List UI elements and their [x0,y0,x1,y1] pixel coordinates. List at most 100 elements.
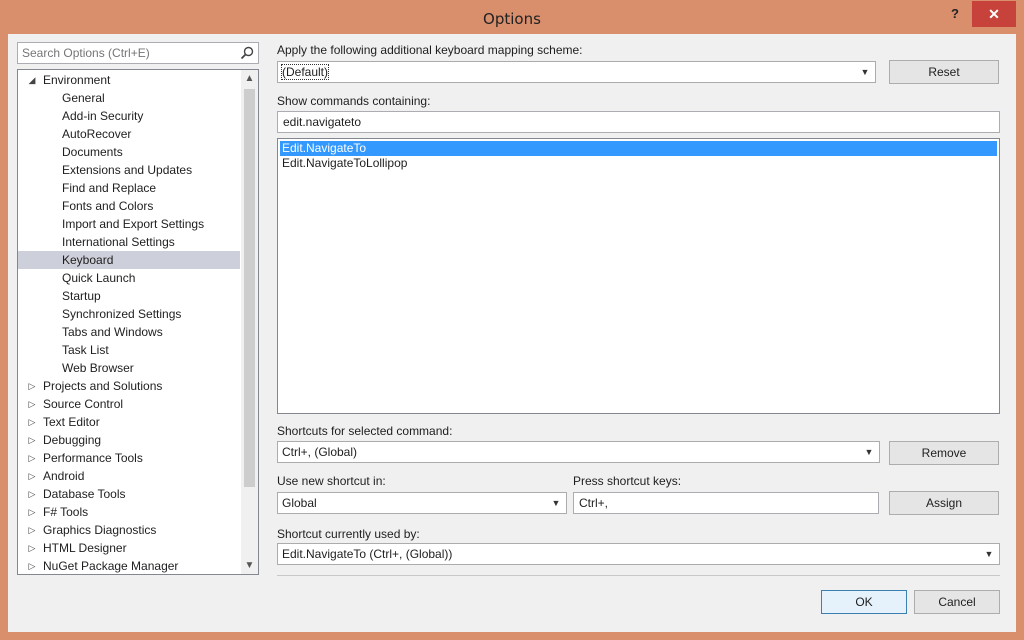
title-bar[interactable]: Options ? ✕ [0,0,1024,36]
cancel-button[interactable]: Cancel [914,590,1000,614]
tree-item-label: Import and Export Settings [62,217,205,231]
tree-item[interactable]: Find and Replace [18,179,240,197]
tree-item[interactable]: Quick Launch [18,269,240,287]
reset-button[interactable]: Reset [889,60,999,84]
tree-item[interactable]: Keyboard [18,251,240,269]
tree-item[interactable]: ▷ F# Tools [18,503,240,521]
expand-arrow-icon[interactable]: ▷ [27,413,37,431]
tree-item[interactable]: General [18,89,240,107]
expand-arrow-icon[interactable]: ▷ [27,539,37,557]
tree-item-label: HTML Designer [43,541,127,555]
tree-item[interactable]: Task List [18,341,240,359]
tree-item[interactable]: Synchronized Settings [18,305,240,323]
dialog-title: Options [483,10,541,28]
tree-scrollbar[interactable]: ▲ ▼ [241,70,258,574]
tree-item-label: International Settings [62,235,175,249]
tree-item[interactable]: Extensions and Updates [18,161,240,179]
tree-item-label: Tabs and Windows [62,325,163,339]
remove-button[interactable]: Remove [889,441,999,465]
options-dialog: Options ? ✕ ▷ NuGet Package Manager ▷ HTML … [0,0,1024,640]
footer-divider [277,575,1000,576]
expand-arrow-icon[interactable]: ▷ [27,395,37,413]
tree-item[interactable]: ▷ Source Control [18,395,240,413]
chevron-down-icon[interactable]: ▼ [546,493,566,513]
dialog-body: ▷ NuGet Package Manager ▷ HTML Designer ▷ Gra… [8,34,1016,632]
ok-button[interactable]: OK [821,590,907,614]
tree-item[interactable]: Fonts and Colors [18,197,240,215]
tree-item[interactable]: ▷ Text Editor [18,413,240,431]
tree-item-label: Startup [62,289,101,303]
used-by-value: Edit.NavigateTo (Ctrl+, (Global)) [282,547,453,561]
scroll-down-icon[interactable]: ▼ [241,557,258,574]
mapping-scheme-select[interactable]: (Default) ▼ [277,61,876,83]
use-new-shortcut-value: Global [282,496,317,510]
scroll-up-icon[interactable]: ▲ [241,70,258,87]
mapping-scheme-value: (Default) [280,64,330,80]
tree-item[interactable]: Web Browser [18,359,240,377]
tree-item-label: Source Control [43,397,124,411]
tree-item[interactable]: Tabs and Windows [18,323,240,341]
tree-item[interactable]: ▷ Graphics Diagnostics [18,521,240,539]
commands-list[interactable]: Edit.NavigateTo Edit.NavigateToLollipop [277,138,1000,414]
tree-item-label: Android [43,469,85,483]
tree-item-label: Documents [62,145,123,159]
tree-item[interactable]: Import and Export Settings [18,215,240,233]
tree-item-label: F# Tools [43,505,89,519]
chevron-down-icon[interactable]: ▼ [979,544,999,564]
list-item[interactable]: Edit.NavigateToLollipop [280,156,997,171]
tree-item-label: Projects and Solutions [43,379,163,393]
tree-item[interactable]: Startup [18,287,240,305]
tree-item-label: Quick Launch [62,271,136,285]
tree-item[interactable]: ▷ Database Tools [18,485,240,503]
list-item[interactable]: Edit.NavigateTo [280,141,997,156]
tree-item-label: Synchronized Settings [62,307,182,321]
tree-item-label: AutoRecover [62,127,132,141]
show-commands-input[interactable]: edit.navigateto [277,111,1000,133]
shortcuts-value: Ctrl+, (Global) [282,445,358,459]
shortcuts-selected-label: Shortcuts for selected command: [277,424,453,438]
expand-arrow-icon[interactable]: ▷ [27,467,37,485]
tree-item[interactable]: ▷ Projects and Solutions [18,377,240,395]
press-shortcut-keys-label: Press shortcut keys: [573,474,682,488]
search-options-box[interactable] [17,42,259,64]
close-button[interactable]: ✕ [972,1,1016,27]
expand-arrow-icon[interactable]: ▷ [27,503,37,521]
scrollbar-thumb[interactable] [244,89,255,487]
press-shortcut-keys-input[interactable]: Ctrl+, [573,492,879,514]
use-new-shortcut-select[interactable]: Global ▼ [277,492,567,514]
expand-arrow-icon[interactable]: ▷ [27,377,37,395]
help-button[interactable]: ? [948,6,962,24]
tree-item[interactable]: ▷ Android [18,467,240,485]
tree-item[interactable]: ◢ Environment [18,71,240,89]
tree-item[interactable]: AutoRecover [18,125,240,143]
tree-item-label: Text Editor [43,415,100,429]
tree-item[interactable]: ▷ NuGet Package Manager [18,557,240,574]
tree-item-label: Find and Replace [62,181,157,195]
options-tree[interactable]: ▷ NuGet Package Manager ▷ HTML Designer ▷ Gra… [17,69,259,575]
shortcuts-select[interactable]: Ctrl+, (Global) ▼ [277,441,880,463]
tree-item[interactable]: Documents [18,143,240,161]
tree-item-label: Environment [43,73,111,87]
use-new-shortcut-label: Use new shortcut in: [277,474,386,488]
chevron-down-icon[interactable]: ▼ [855,62,875,82]
assign-button[interactable]: Assign [889,491,999,515]
collapse-arrow-icon[interactable]: ◢ [27,71,37,89]
expand-arrow-icon[interactable]: ▷ [27,431,37,449]
expand-arrow-icon[interactable]: ▷ [27,521,37,539]
tree-item-label: Extensions and Updates [62,163,193,177]
expand-arrow-icon[interactable]: ▷ [27,557,37,574]
tree-item[interactable]: ▷ Debugging [18,431,240,449]
expand-arrow-icon[interactable]: ▷ [27,449,37,467]
search-icon[interactable] [240,46,254,60]
tree-item-label: Fonts and Colors [62,199,154,213]
tree-item[interactable]: ▷ Performance Tools [18,449,240,467]
tree-item[interactable]: Add-in Security [18,107,240,125]
used-by-select[interactable]: Edit.NavigateTo (Ctrl+, (Global)) ▼ [277,543,1000,565]
chevron-down-icon[interactable]: ▼ [859,442,879,462]
tree-item-label: Debugging [43,433,102,447]
expand-arrow-icon[interactable]: ▷ [27,485,37,503]
tree-item[interactable]: ▷ HTML Designer [18,539,240,557]
tree-item-label: Add-in Security [62,109,144,123]
search-options-input[interactable] [18,43,230,63]
tree-item[interactable]: International Settings [18,233,240,251]
